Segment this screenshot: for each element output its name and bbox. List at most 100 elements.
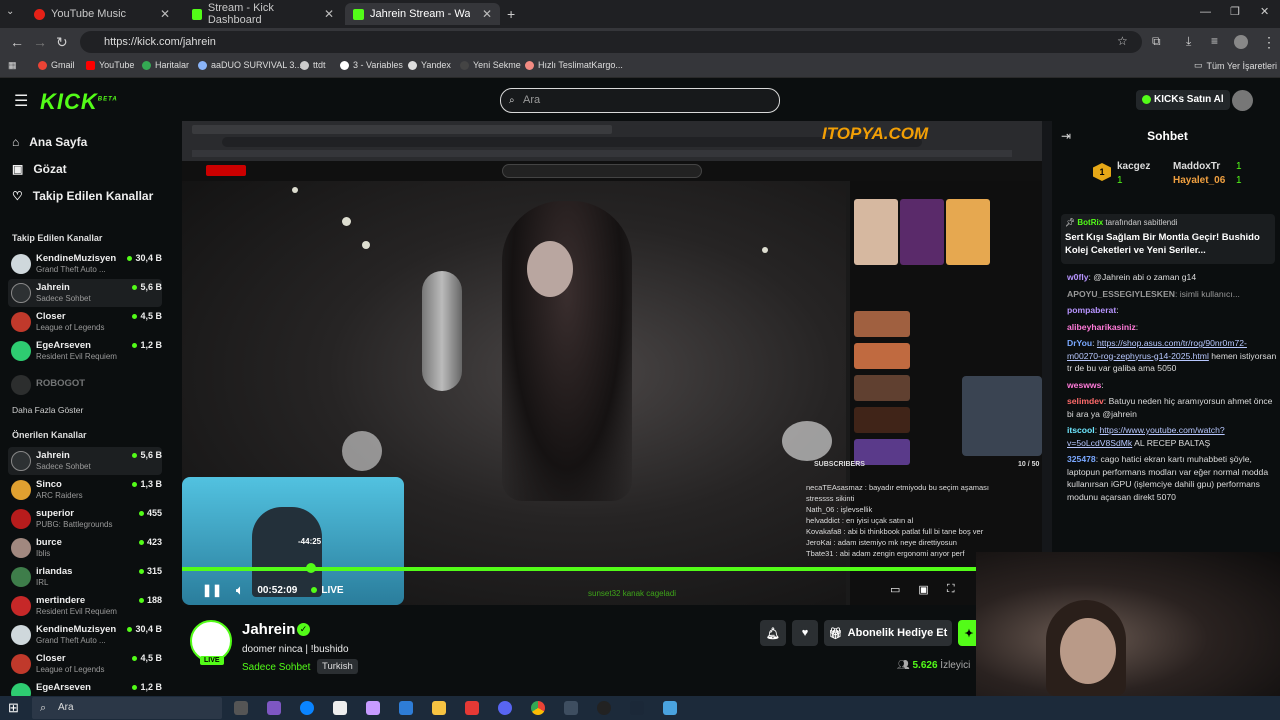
followed-channel-egearseven[interactable]: EgeArseven Resident Evil Requiem 1,2 B: [8, 337, 162, 365]
bookmark-maps[interactable]: Haritalar: [142, 60, 189, 70]
bookmark-gmail[interactable]: Gmail: [38, 60, 75, 70]
chat-username[interactable]: weswws: [1067, 380, 1101, 390]
follow-button[interactable]: ♥: [792, 620, 818, 646]
close-icon[interactable]: ✕: [482, 7, 492, 21]
video-player[interactable]: ITOPYA.COM SUBSCRIBERS 10 / 50 necaTEAsa…: [182, 121, 1052, 605]
window-close-icon[interactable]: ✕: [1260, 5, 1269, 18]
recommended-channel-superior[interactable]: superior PUBG: Battlegrounds 455: [8, 505, 162, 533]
apps-icon[interactable]: ▦: [8, 60, 17, 71]
gift-subscription-button[interactable]: 🎁︎ Abonelik Hediye Et: [824, 620, 952, 646]
store-icon[interactable]: [333, 701, 347, 715]
progress-handle[interactable]: [306, 563, 316, 573]
close-icon[interactable]: ✕: [160, 7, 170, 21]
bookmark-new-tab[interactable]: Yeni Sekme: [460, 60, 521, 70]
steam-icon[interactable]: [630, 701, 644, 715]
app-icon[interactable]: [663, 701, 677, 715]
stream-category[interactable]: Sadece Sohbet: [242, 662, 310, 673]
bookmark-cargo[interactable]: Hızlı TeslimatKargo...: [525, 60, 623, 70]
recommended-channel-closer[interactable]: Closer League of Legends 4,5 B: [8, 650, 162, 678]
download-icon[interactable]: ⤓: [1186, 34, 1191, 49]
bookmark-yandex[interactable]: Yandex: [408, 60, 451, 70]
recommended-channel-jahrein[interactable]: Jahrein Sadece Sohbet 5,6 B: [8, 447, 162, 475]
task-view-icon[interactable]: [234, 701, 248, 715]
mail-icon[interactable]: [399, 701, 413, 715]
extensions-icon[interactable]: ⧉: [1152, 34, 1161, 49]
chat-username[interactable]: DrYou: [1067, 338, 1092, 348]
channel-name[interactable]: Jahrein: [242, 621, 295, 638]
top-gifter-name[interactable]: MaddoxTr: [1173, 161, 1220, 172]
chrome-active-icon[interactable]: [564, 701, 578, 715]
all-bookmarks[interactable]: ▭ Tüm Yer İşaretleri: [1194, 60, 1277, 71]
taskbar-search[interactable]: ⌕ Ara: [32, 697, 222, 719]
nav-browse[interactable]: ▣ Gözat: [12, 162, 67, 176]
copilot-icon[interactable]: [267, 701, 281, 715]
forward-icon[interactable]: →: [33, 34, 47, 50]
user-avatar[interactable]: [1232, 90, 1253, 111]
pinned-message[interactable]: 📌︎ BotRix tarafından sabitlendi Sert Kış…: [1061, 214, 1275, 264]
recommended-channel-egearseven[interactable]: EgeArseven 1,2 B: [8, 679, 162, 696]
explorer-icon[interactable]: [432, 701, 446, 715]
volume-icon[interactable]: 🔈︎: [236, 583, 243, 598]
fullscreen-icon[interactable]: ⛶: [947, 583, 955, 596]
kick-logo[interactable]: KICKBETA: [40, 89, 118, 115]
recommended-channel-mertindere[interactable]: mertindere Resident Evil Requiem 188: [8, 592, 162, 620]
hamburger-menu-icon[interactable]: ☰: [14, 91, 28, 111]
theater-mode-icon[interactable]: ▣: [918, 583, 928, 596]
discord-icon[interactable]: [498, 701, 512, 715]
media-icon[interactable]: ≡: [1211, 34, 1218, 48]
bookmark-youtube[interactable]: YouTube: [86, 60, 134, 70]
top-gifter-name[interactable]: Hayalet_06: [1173, 175, 1225, 186]
tab-youtube-music[interactable]: YouTube Music ✕: [26, 3, 178, 25]
reload-icon[interactable]: ↻: [56, 34, 68, 51]
buy-kicks-button[interactable]: KICKs Satın Al: [1136, 90, 1230, 110]
chat-username[interactable]: itscool: [1067, 425, 1095, 435]
chat-username[interactable]: selimdev: [1067, 396, 1104, 406]
new-tab-icon[interactable]: +: [507, 6, 515, 22]
chrome-icon[interactable]: [531, 701, 545, 715]
recommended-channel-burce[interactable]: burce Iblis 423: [8, 534, 162, 562]
recommended-channel-kendinemuzisyen[interactable]: KendineMuzisyen Grand Theft Auto ... 30,…: [8, 621, 162, 649]
notification-bell-button[interactable]: 🔔︎: [760, 620, 786, 646]
followed-channel-closer[interactable]: Closer League of Legends 4,5 B: [8, 308, 162, 336]
bookmark-ttdt[interactable]: ttdt: [300, 60, 326, 70]
recommended-channel-sinco[interactable]: Sinco ARC Raiders 1,3 B: [8, 476, 162, 504]
bookmark-duo[interactable]: aaDUO SURVIVAL 3...: [198, 60, 302, 70]
chat-username[interactable]: 325478: [1067, 454, 1096, 464]
url-input[interactable]: https://kick.com/jahrein: [80, 31, 1142, 53]
chat-username[interactable]: APOYU_ESSEGIYLESKEN: [1067, 289, 1175, 299]
chat-username[interactable]: w0fly: [1067, 272, 1089, 282]
nav-following[interactable]: ♡ Takip Edilen Kanallar: [12, 189, 153, 203]
minimize-icon[interactable]: —: [1200, 6, 1211, 18]
progress-bar[interactable]: [182, 567, 978, 571]
close-icon[interactable]: ✕: [324, 7, 334, 21]
windows-start-icon[interactable]: ⊞: [8, 700, 19, 716]
back-icon[interactable]: ←: [10, 34, 24, 50]
profile-avatar[interactable]: [1234, 35, 1248, 49]
restore-icon[interactable]: ❐: [1230, 5, 1240, 18]
clip-icon[interactable]: ▭: [890, 583, 900, 596]
obs-icon[interactable]: [597, 701, 611, 715]
bookmark-star-icon[interactable]: ☆: [1117, 34, 1128, 48]
chat-username[interactable]: pompaberat: [1067, 305, 1116, 315]
nav-home[interactable]: ⌂ Ana Sayfa: [12, 135, 87, 149]
recommended-channel-irlandas[interactable]: irlandas IRL 315: [8, 563, 162, 591]
followed-channel-robogot[interactable]: ROBOGOT: [8, 371, 162, 399]
menu-icon[interactable]: ⋮: [1262, 34, 1276, 51]
chat-username[interactable]: alibeyharikasiniz: [1067, 322, 1136, 332]
live-indicator[interactable]: LIVE: [311, 585, 343, 596]
app-icon[interactable]: [465, 701, 479, 715]
tab-jahrein-stream[interactable]: Jahrein Stream - Watch Live ✕: [345, 3, 500, 25]
language-tag[interactable]: Turkish: [317, 659, 358, 674]
app-icon[interactable]: [366, 701, 380, 715]
show-more-link[interactable]: Daha Fazla Göster: [12, 405, 83, 415]
edge-icon[interactable]: [300, 701, 314, 715]
top-gifter-name[interactable]: kacgez: [1117, 161, 1150, 172]
tab-search-icon[interactable]: ⌄: [6, 6, 14, 17]
tab-kick-dashboard[interactable]: Stream - Kick Dashboard ✕: [184, 2, 342, 26]
followed-channel-kendinemuzisyen[interactable]: KendineMuzisyen Grand Theft Auto ... 30,…: [8, 250, 162, 278]
search-input[interactable]: ⌕ Ara: [500, 88, 780, 113]
followed-channel-jahrein[interactable]: Jahrein Sadece Sohbet 5,6 B: [8, 279, 162, 307]
bookmark-variables[interactable]: 3 - Variables: [340, 60, 403, 70]
thumbnail: [900, 199, 944, 265]
pause-icon[interactable]: ❚❚: [202, 583, 222, 597]
